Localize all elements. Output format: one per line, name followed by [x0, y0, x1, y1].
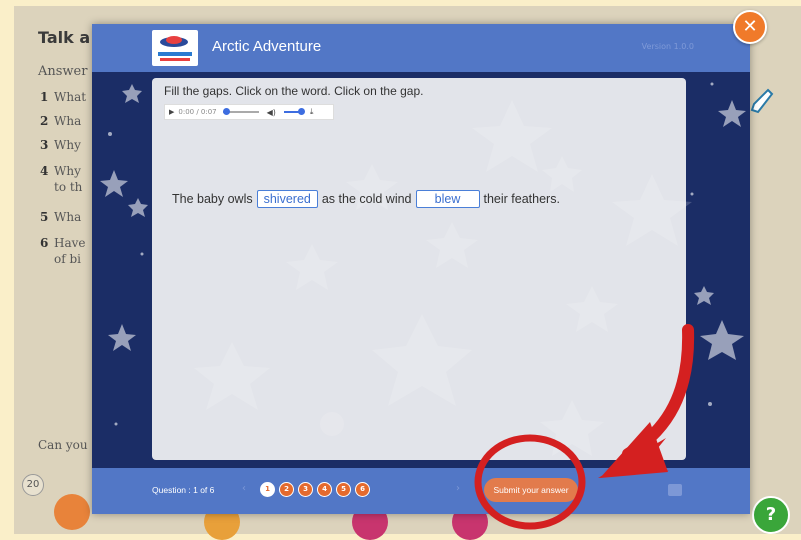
play-icon[interactable]: ▶ — [169, 108, 174, 116]
gap-1[interactable]: shivered — [256, 190, 318, 208]
next-icon[interactable]: › — [456, 483, 460, 494]
book-subtitle: Answer — [38, 64, 88, 79]
gap-2[interactable]: blew — [415, 190, 480, 208]
help-button[interactable]: ? — [752, 496, 790, 534]
volume-icon[interactable]: ◀) — [267, 108, 276, 117]
question-dot-5[interactable]: 5 — [336, 482, 351, 497]
book-footer-text: Can you — [38, 438, 88, 452]
sentence-text: their feathers. — [483, 192, 560, 206]
page-number: 20 — [22, 474, 44, 496]
question-dot-4[interactable]: 4 — [317, 482, 332, 497]
sentence-text: as the cold wind — [321, 192, 412, 206]
question-dot-6[interactable]: 6 — [355, 482, 370, 497]
previous-icon[interactable]: ‹ — [242, 483, 246, 494]
volume-slider[interactable] — [283, 108, 305, 115]
audio-progress[interactable] — [222, 108, 259, 115]
book-title: Talk a — [38, 28, 91, 47]
version-label: Version 1.0.0 — [641, 42, 694, 51]
modal-header: Arctic Adventure Version 1.0.0 — [92, 24, 750, 72]
book-question: of bi — [54, 252, 81, 266]
book-question: to th — [54, 180, 83, 194]
question-counter: Question : 1 of 6 — [152, 485, 215, 495]
pencil-tool-button[interactable] — [54, 494, 90, 530]
activity-modal: Arctic Adventure Version 1.0.0 Fill the … — [92, 24, 750, 514]
question-card: Fill the gaps. Click on the word. Click … — [152, 78, 686, 460]
instructions: Fill the gaps. Click on the word. Click … — [164, 84, 424, 98]
book-question: 1 What — [40, 90, 87, 104]
gap-sentence: The baby owls shivered as the cold wind … — [172, 190, 560, 208]
rocket-icon — [750, 88, 774, 114]
question-dot-1[interactable]: 1 — [260, 482, 275, 497]
submit-answer-button[interactable]: Submit your answer — [484, 478, 578, 502]
modal-footer: Question : 1 of 6 ‹ 1 2 3 4 5 6 › Submit… — [92, 468, 750, 514]
book-question: 6 Have — [40, 236, 86, 250]
download-icon[interactable]: ⤓ — [310, 107, 314, 117]
modal-title: Arctic Adventure — [212, 38, 322, 55]
book-question: 3 Why — [40, 138, 81, 152]
question-dot-3[interactable]: 3 — [298, 482, 313, 497]
close-button[interactable]: ✕ — [733, 10, 767, 44]
book-question: 5 Wha — [40, 210, 82, 224]
audio-time: 0:00 / 0:07 — [178, 108, 217, 116]
edit-icon[interactable] — [668, 484, 682, 496]
app-logo — [152, 30, 198, 66]
sentence-text: The baby owls — [172, 192, 253, 206]
book-question: 2 Wha — [40, 114, 82, 128]
audio-player: ▶ 0:00 / 0:07 ◀) ⤓ — [164, 104, 334, 120]
question-dot-2[interactable]: 2 — [279, 482, 294, 497]
book-question: 4 Why — [40, 164, 81, 178]
question-nav: 1 2 3 4 5 6 — [260, 482, 370, 497]
